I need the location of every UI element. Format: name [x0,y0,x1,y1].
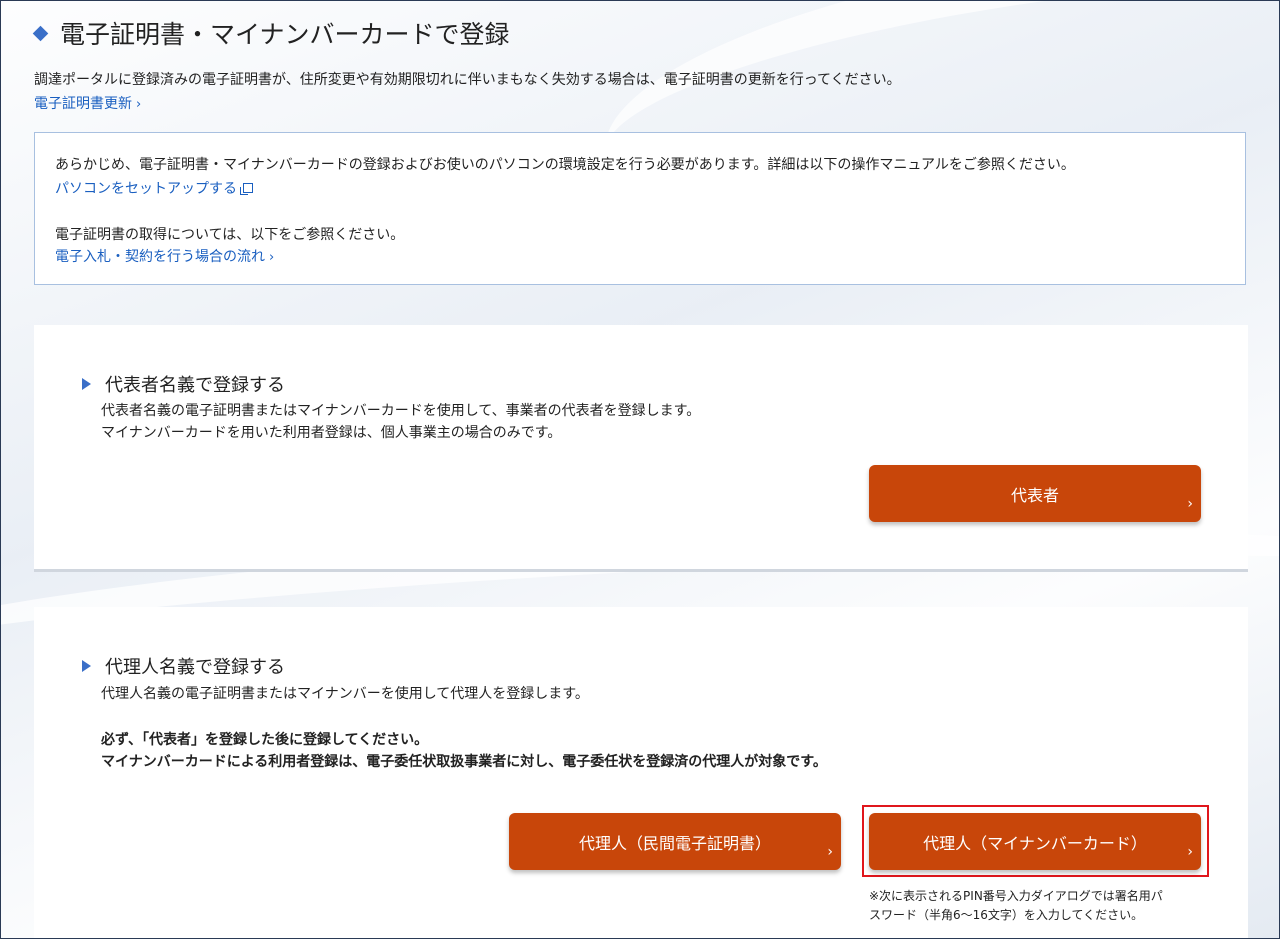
representative-heading-label: 代表者名義で登録する [105,375,285,396]
agent-notice-line: マイナンバーカードによる利用者登録は、電子委任状取扱事業者に対し、電子委任状を登… [101,754,827,770]
page-title: 電子証明書・マイナンバーカードで登録 [60,20,510,49]
representative-heading: 代表者名義で登録する [82,371,285,397]
pc-setup-link[interactable]: パソコンをセットアップする [55,178,253,198]
representative-button-label: 代表者 [1010,485,1059,505]
agent-private-cert-button[interactable]: 代理人（民間電子証明書） › [509,813,841,870]
agent-description: 代理人名義の電子証明書またはマイナンバーを使用して代理人を登録します。 [101,686,589,702]
chevron-right-icon: › [269,250,275,265]
chevron-right-icon: › [1187,496,1193,512]
agent-heading: 代理人名義で登録する [82,653,285,679]
external-link-icon [240,183,253,195]
agent-mynumber-button-label: 代理人（マイナンバーカード） [923,833,1147,853]
intro-text: 調達ポータルに登録済みの電子証明書が、住所変更や有効期限切れに伴いまもなく失効す… [34,72,901,88]
triangle-right-icon [82,378,91,390]
agent-mynumber-button[interactable]: 代理人（マイナンバーカード） › [869,813,1201,870]
chevron-right-icon: › [1187,844,1193,860]
chevron-right-icon: › [136,97,142,112]
representative-panel: 代表者名義で登録する 代表者名義の電子証明書またはマイナンバーカードを使用して、… [34,325,1248,572]
pc-setup-link-label: パソコンをセットアップする [55,181,237,197]
agent-notice: 必ず、「代表者」を登録した後に登録してください。 マイナンバーカードによる利用者… [101,729,827,773]
agent-panel: 代理人名義で登録する 代理人名義の電子証明書またはマイナンバーを使用して代理人を… [34,607,1248,938]
agent-heading-label: 代理人名義で登録する [105,657,285,678]
page-frame: 電子証明書・マイナンバーカードで登録 調達ポータルに登録済みの電子証明書が、住所… [0,0,1280,939]
pin-note-line: ※次に表示されるPIN番号入力ダイアログでは署名用パ [869,889,1163,903]
pin-note-line: スワード（半角6～16文字）を入力してください。 [869,908,1144,922]
bidding-flow-link[interactable]: 電子入札・契約を行う場合の流れ › [55,246,274,266]
triangle-right-icon [82,660,91,672]
certificate-renewal-link[interactable]: 電子証明書更新 › [34,93,141,113]
bidding-flow-link-label: 電子入札・契約を行う場合の流れ [55,249,265,265]
agent-notice-line: 必ず、「代表者」を登録した後に登録してください。 [101,732,429,748]
info-box: あらかじめ、電子証明書・マイナンバーカードの登録およびお使いのパソコンの環境設定… [34,132,1246,285]
chevron-right-icon: › [827,844,833,860]
representative-description: 代表者名義の電子証明書またはマイナンバーカードを使用して、事業者の代表者を登録し… [101,400,700,444]
certificate-renewal-link-label: 電子証明書更新 [34,96,132,112]
info-setup-text: あらかじめ、電子証明書・マイナンバーカードの登録およびお使いのパソコンの環境設定… [55,157,1075,173]
diamond-icon [32,25,49,41]
info-certificate-text: 電子証明書の取得については、以下をご参照ください。 [55,227,405,243]
representative-desc-line: 代表者名義の電子証明書またはマイナンバーカードを使用して、事業者の代表者を登録し… [101,403,701,419]
representative-button[interactable]: 代表者 › [869,465,1201,522]
representative-desc-line: マイナンバーカードを用いた利用者登録は、個人事業主の場合のみです。 [101,425,562,441]
page-title-row: 電子証明書・マイナンバーカードで登録 [32,15,510,51]
agent-private-cert-button-label: 代理人（民間電子証明書） [578,833,771,853]
pin-dialog-note: ※次に表示されるPIN番号入力ダイアログでは署名用パ スワード（半角6～16文字… [869,887,1163,925]
